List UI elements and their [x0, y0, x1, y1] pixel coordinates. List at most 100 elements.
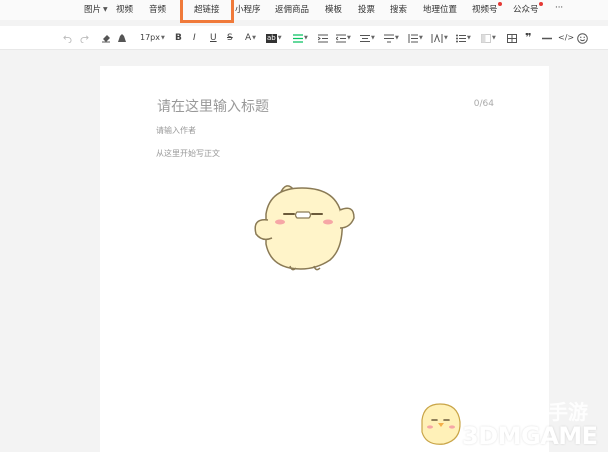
menu-template-label: 模板 — [325, 5, 343, 15]
align-left-icon — [293, 33, 303, 43]
divider-style-button[interactable]: ▼ — [481, 31, 496, 45]
eraser-icon — [102, 35, 110, 43]
font-size-select[interactable]: 17px ▼ — [140, 31, 165, 45]
menu-miniprogram-label: 小程序 — [235, 5, 261, 15]
format-painter-button[interactable] — [101, 31, 111, 45]
list-button[interactable]: ▼ — [456, 31, 471, 45]
chevron-down-icon: ▼ — [395, 35, 399, 41]
menu-search[interactable]: 搜索 — [390, 3, 407, 15]
paint-brush-icon — [118, 34, 126, 42]
spacing-icon — [408, 33, 418, 43]
underline-icon: U — [210, 33, 217, 43]
chevron-down-icon: ▼ — [304, 35, 308, 41]
bg-color-button[interactable]: ab ▼ — [266, 31, 282, 45]
bg-color-icon: ab — [266, 33, 277, 43]
undo-icon — [63, 34, 72, 43]
menu-video-label: 视频 — [116, 5, 134, 15]
underline-button[interactable]: U — [210, 31, 217, 45]
italic-icon: I — [193, 33, 196, 43]
author-input[interactable]: 请输入作者 — [156, 125, 196, 136]
strikethrough-icon: S — [227, 33, 233, 43]
menu-image[interactable]: 图片 ▼ — [84, 3, 108, 15]
menu-image-label: 图片 — [84, 5, 102, 15]
chevron-down-icon: ▼ — [371, 35, 375, 41]
menu-channels[interactable]: 视频号 — [472, 2, 502, 15]
letter-spacing-button[interactable]: ▼ — [431, 31, 448, 45]
align-button[interactable]: ▼ — [293, 31, 308, 45]
line-height-button[interactable]: ▼ — [360, 31, 375, 45]
menu-more[interactable]: ··· — [555, 3, 563, 13]
watermark-cn-text: 手游 — [548, 400, 588, 424]
body-editor[interactable]: 从这里开始写正文 — [156, 148, 220, 159]
letter-spacing-icon — [431, 33, 443, 43]
italic-button[interactable]: I — [193, 31, 196, 45]
format-toolbar: 17px ▼ B I U S A ▼ ab ▼ ▼ ▼ ▼ ▼ ▼ ▼ ▼ ▼ ❞ <… — [0, 26, 608, 50]
chevron-down-icon: ▼ — [444, 35, 448, 41]
clear-format-button[interactable] — [117, 31, 127, 45]
chick-mascot-image — [254, 185, 355, 271]
menu-video[interactable]: 视频 — [116, 3, 133, 15]
menu-search-label: 搜索 — [390, 5, 408, 15]
font-color-icon: A — [245, 33, 252, 43]
chevron-down-icon: ▼ — [492, 35, 496, 41]
insert-menu-bar: 图片 ▼ 视频 音频 超链接 小程序 返佣商品 模板 投票 搜索 地理位置 视频号… — [0, 0, 608, 23]
menu-location[interactable]: 地理位置 — [423, 3, 457, 15]
spacing-button[interactable]: ▼ — [408, 31, 423, 45]
font-color-button[interactable]: A ▼ — [245, 31, 256, 45]
chevron-down-icon: ▼ — [347, 35, 351, 41]
watermark-mascot-image — [421, 403, 461, 445]
strikethrough-button[interactable]: S — [227, 31, 233, 45]
red-dot-badge — [497, 2, 502, 6]
table-button[interactable] — [507, 31, 517, 45]
outdent-button[interactable]: ▼ — [336, 31, 351, 45]
more-icon: ··· — [555, 3, 564, 13]
horizontal-rule-button[interactable] — [542, 31, 552, 45]
red-dot-badge — [538, 2, 543, 6]
chevron-down-icon: ▼ — [467, 35, 471, 41]
indent-button[interactable] — [318, 31, 328, 45]
menu-channels-label: 视频号 — [472, 5, 498, 15]
code-icon: </> — [558, 33, 575, 42]
code-button[interactable]: </> — [558, 31, 574, 45]
menu-audio[interactable]: 音频 — [149, 3, 166, 15]
paragraph-spacing-icon — [384, 34, 394, 42]
list-icon — [456, 34, 466, 42]
redo-icon — [80, 34, 89, 43]
smile-icon — [577, 32, 588, 44]
title-input[interactable]: 请在这里输入标题 — [157, 96, 269, 116]
article-editor: 请在这里输入标题 0/64 请输入作者 从这里开始写正文 — [100, 66, 549, 452]
quote-icon: ❞ — [525, 31, 532, 44]
bold-icon: B — [175, 33, 182, 43]
chevron-down-icon: ▼ — [277, 35, 282, 41]
menu-commission-goods-label: 返佣商品 — [275, 5, 310, 15]
bold-button[interactable]: B — [175, 31, 182, 45]
quote-button[interactable]: ❞ — [525, 31, 531, 45]
title-char-count: 0/64 — [473, 99, 494, 109]
menu-template[interactable]: 模板 — [325, 3, 342, 15]
outdent-icon — [336, 34, 346, 42]
menu-commission-goods[interactable]: 返佣商品 — [275, 3, 309, 15]
watermark-logo-text: 3DMGAME — [462, 422, 598, 450]
font-size-value: 17px — [140, 33, 160, 42]
menu-official-account[interactable]: 公众号 — [513, 2, 543, 15]
table-icon — [507, 33, 517, 43]
menu-miniprogram[interactable]: 小程序 — [235, 3, 261, 15]
emoji-button[interactable] — [577, 31, 588, 45]
redo-button[interactable] — [80, 31, 89, 45]
highlight-box — [180, 0, 234, 23]
paragraph-spacing-button[interactable]: ▼ — [384, 31, 399, 45]
undo-button[interactable] — [63, 31, 72, 45]
chevron-down-icon: ▼ — [419, 35, 423, 41]
chevron-down-icon: ▼ — [103, 5, 108, 13]
menu-official-account-label: 公众号 — [513, 5, 539, 15]
menu-location-label: 地理位置 — [423, 5, 458, 15]
chevron-down-icon: ▼ — [161, 35, 165, 41]
line-height-icon — [360, 34, 370, 42]
indent-icon — [318, 34, 328, 42]
menu-vote-label: 投票 — [358, 5, 376, 15]
border-icon — [481, 33, 491, 43]
menu-vote[interactable]: 投票 — [358, 3, 375, 15]
menu-audio-label: 音频 — [149, 5, 167, 15]
horizontal-rule-icon — [542, 37, 552, 39]
chevron-down-icon: ▼ — [252, 35, 257, 41]
